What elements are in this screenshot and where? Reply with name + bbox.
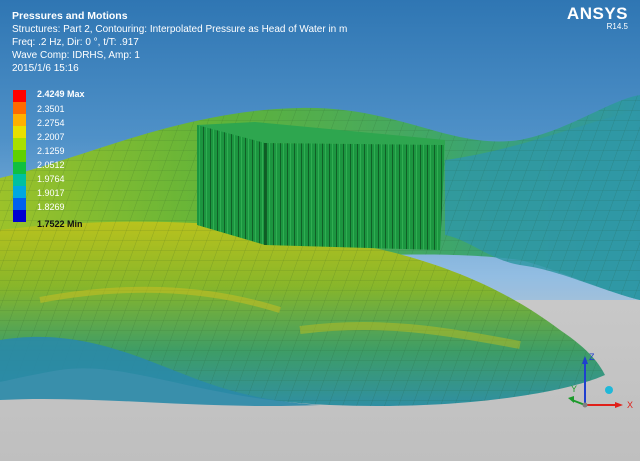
legend-label: 2.2754 bbox=[37, 118, 65, 128]
x-axis: X bbox=[585, 400, 633, 410]
z-axis: Z bbox=[582, 352, 595, 405]
info-line: Freq: .2 Hz, Dir: 0 °, t/T: .917 bbox=[12, 37, 139, 48]
legend-swatch bbox=[13, 126, 26, 138]
info-line: Wave Comp: IDRHS, Amp: 1 bbox=[12, 50, 140, 61]
legend-label: 2.2007 bbox=[37, 132, 65, 142]
legend-swatch bbox=[13, 150, 26, 162]
legend-label: 1.9017 bbox=[37, 188, 65, 198]
triad-rotation-ball bbox=[605, 386, 613, 394]
y-axis: Y bbox=[568, 384, 586, 406]
legend-swatch bbox=[13, 198, 26, 210]
legend-swatch bbox=[13, 102, 26, 114]
z-axis-label: Z bbox=[589, 352, 595, 362]
legend-label: 1.9764 bbox=[37, 174, 65, 184]
model-info: Pressures and Motions Structures: Part 2… bbox=[12, 10, 347, 75]
legend-swatch bbox=[13, 138, 26, 150]
triad-origin bbox=[582, 402, 588, 408]
structure-front-face bbox=[265, 143, 445, 250]
legend-label: 2.0512 bbox=[37, 160, 65, 170]
info-line: Structures: Part 2, Contouring: Interpol… bbox=[12, 24, 348, 35]
legend-swatch bbox=[13, 210, 26, 222]
contour-legend: 2.4249 Max 2.3501 2.2754 2.2007 2.1259 2… bbox=[13, 89, 123, 232]
legend-min-label: 1.7522 Min bbox=[37, 219, 83, 229]
y-axis-label: Y bbox=[571, 384, 577, 394]
ansys-logo: ANSYS R14.5 bbox=[567, 4, 628, 31]
legend-swatch bbox=[13, 162, 26, 174]
legend-swatch bbox=[13, 114, 26, 126]
plot-title: Pressures and Motions bbox=[12, 10, 128, 22]
legend-swatch bbox=[13, 186, 26, 198]
axis-triad[interactable]: Z Y X bbox=[565, 350, 640, 415]
structure-left-face bbox=[197, 125, 265, 245]
legend-swatch bbox=[13, 90, 26, 102]
graphics-viewport[interactable]: Pressures and Motions Structures: Part 2… bbox=[0, 0, 640, 461]
x-axis-label: X bbox=[627, 400, 633, 410]
legend-label: 2.3501 bbox=[37, 104, 65, 114]
legend-label: 1.8269 bbox=[37, 202, 65, 212]
legend-label: 2.1259 bbox=[37, 146, 65, 156]
sea-surface-right-mesh bbox=[445, 110, 640, 300]
legend-swatch bbox=[13, 174, 26, 186]
info-line: 2015/1/6 15:16 bbox=[12, 63, 79, 74]
brand-name: ANSYS bbox=[566, 4, 628, 23]
legend-max-label: 2.4249 Max bbox=[37, 89, 85, 99]
